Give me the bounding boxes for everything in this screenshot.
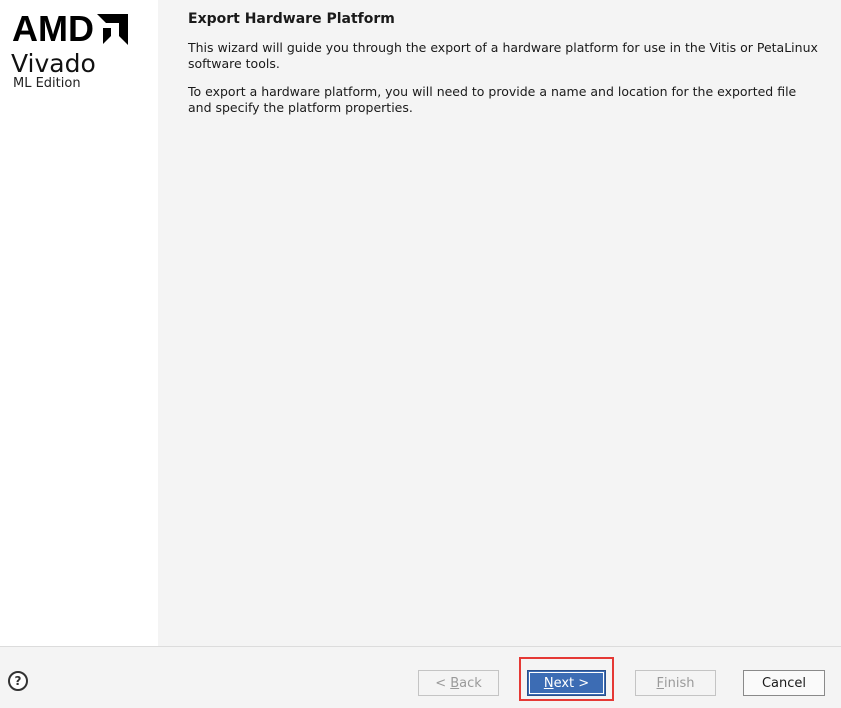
back-button-prefix: < [435, 675, 451, 691]
product-edition: ML Edition [13, 76, 81, 91]
page-title: Export Hardware Platform [188, 11, 395, 27]
back-button-label: ack [459, 675, 482, 691]
sidebar-branding-panel: AMD Vivado ML Edition [0, 0, 158, 646]
instructions-paragraph: To export a hardware platform, you will … [188, 84, 797, 115]
back-button-mnemonic: B [450, 675, 460, 691]
intro-paragraph: This wizard will guide you through the e… [188, 40, 818, 71]
product-name: Vivado [11, 49, 96, 78]
export-hardware-platform-wizard: AMD Vivado ML Edition Export Hardware Pl… [0, 0, 841, 708]
amd-arrow-icon [96, 13, 128, 45]
footer-divider [0, 646, 841, 647]
finish-button-label: inish [664, 675, 695, 691]
help-icon: ? [14, 674, 22, 688]
wizard-content: Export Hardware Platform This wizard wil… [188, 10, 818, 128]
brand-block: AMD Vivado ML Edition [11, 10, 128, 91]
next-button-mnemonic: N [543, 675, 554, 691]
amd-logo-row: AMD [12, 10, 128, 48]
help-button[interactable]: ? [8, 671, 28, 691]
amd-wordmark: AMD [12, 8, 94, 49]
back-button[interactable]: < Back [418, 670, 499, 696]
finish-button[interactable]: Finish [635, 670, 716, 696]
finish-button-mnemonic: F [656, 675, 664, 691]
cancel-button[interactable]: Cancel [743, 670, 825, 696]
next-button-label: ext > [553, 675, 590, 691]
cancel-button-label: Cancel [761, 675, 807, 691]
next-button[interactable]: Next > [527, 670, 606, 696]
